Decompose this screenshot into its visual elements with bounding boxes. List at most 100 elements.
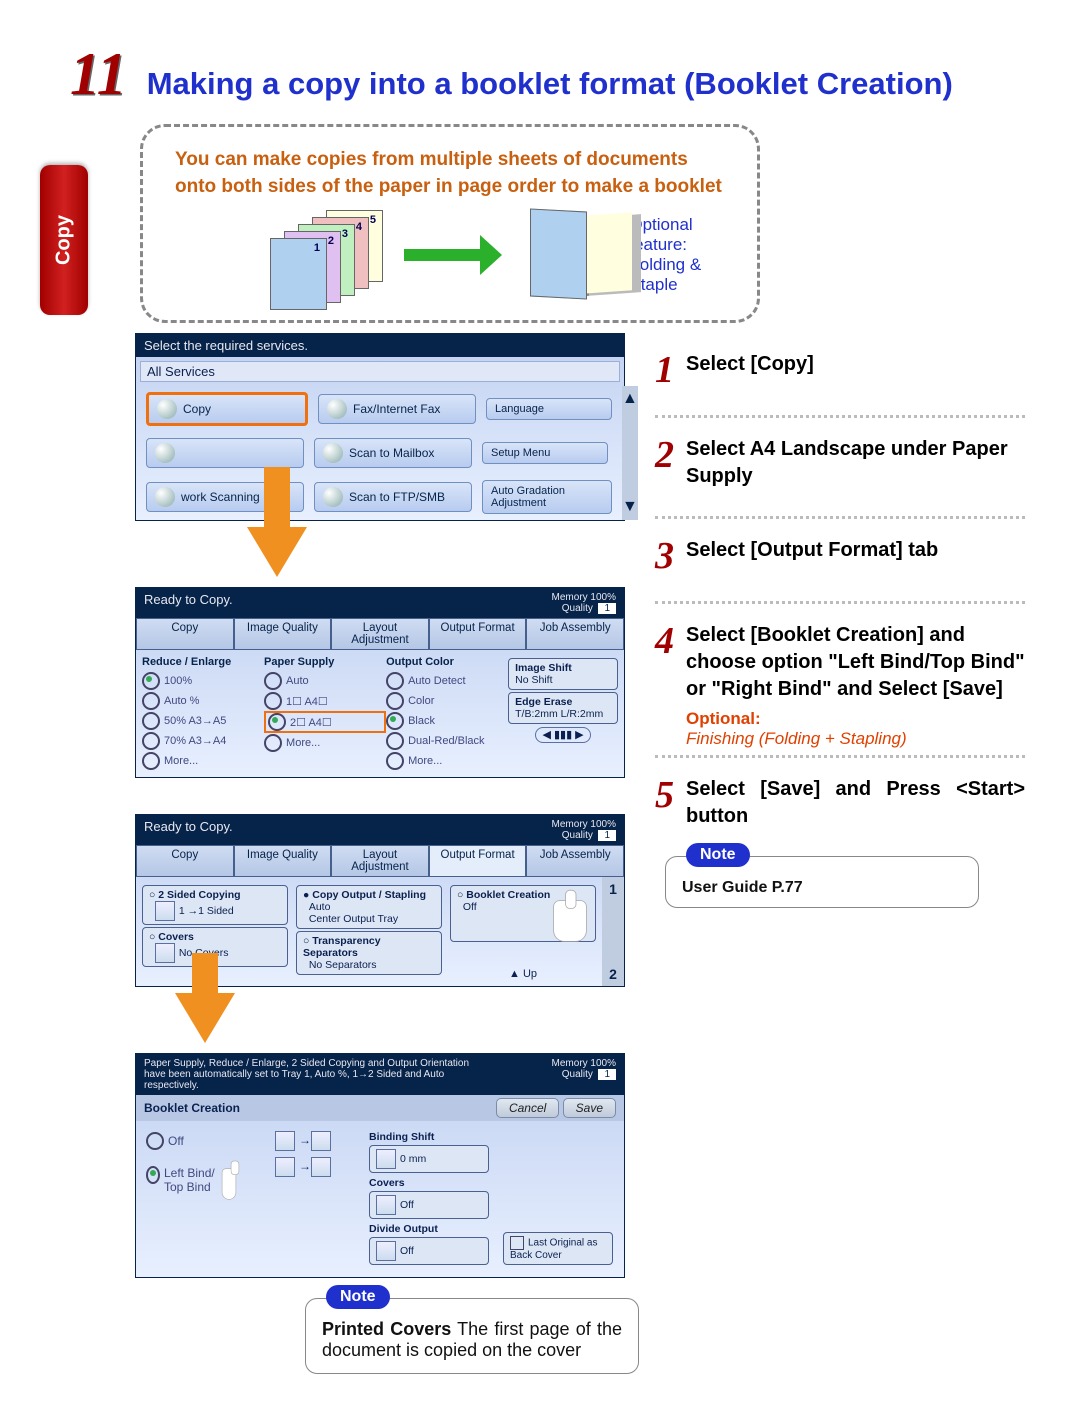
copy-output-box[interactable]: ● Copy Output / Stapling Auto Center Out… xyxy=(296,885,442,929)
cancel-button[interactable]: Cancel xyxy=(496,1098,559,1118)
stack-2: 2 xyxy=(328,235,334,247)
booklet-creation-panel: Paper Supply, Reduce / Enlarge, 2 Sided … xyxy=(135,1053,625,1278)
paper-title: Paper Supply xyxy=(264,656,386,668)
service-copy-button[interactable]: Copy xyxy=(146,392,308,426)
panel4-header: Paper Supply, Reduce / Enlarge, 2 Sided … xyxy=(144,1058,474,1091)
color-color[interactable]: Color xyxy=(386,691,508,711)
bc-covers-title: Covers xyxy=(369,1177,405,1189)
tab3-job-assembly[interactable]: Job Assembly xyxy=(526,845,624,877)
bc-covers-button[interactable]: Off xyxy=(369,1191,489,1219)
tab3-copy[interactable]: Copy xyxy=(136,845,234,877)
two-sided-box[interactable]: ○ 2 Sided Copying 1 →1 Sided xyxy=(142,885,288,925)
save-button[interactable]: Save xyxy=(563,1098,616,1118)
step-5-number: 5 xyxy=(655,776,674,814)
services-panel: Select the required services. All Servic… xyxy=(135,333,625,521)
arrow-down-icon-2 xyxy=(175,993,235,1043)
reduce-100[interactable]: 100% xyxy=(142,671,264,691)
paper-auto[interactable]: Auto xyxy=(264,671,386,691)
copy-settings-panel: Ready to Copy. Memory 100% Quality 1 Cop… xyxy=(135,587,625,778)
step-4-optional-text: Finishing (Folding + Stapling) xyxy=(686,729,1025,749)
binding-shift-title: Binding Shift xyxy=(369,1131,434,1143)
paper-more[interactable]: More... xyxy=(264,733,386,753)
page-icon xyxy=(155,901,175,921)
stack-3: 3 xyxy=(342,228,348,240)
step-3-number: 3 xyxy=(655,537,674,575)
last-original-button[interactable]: Last Original as Back Cover xyxy=(503,1232,613,1265)
stack-5: 5 xyxy=(370,214,376,226)
tab-image-quality[interactable]: Image Quality xyxy=(234,618,332,650)
divide-title: Divide Output xyxy=(369,1223,438,1235)
booklet-section-title: Booklet Creation xyxy=(144,1101,240,1115)
tab-layout[interactable]: Layout Adjustment xyxy=(331,618,429,650)
step-4-text: Select [Booklet Creation] and choose opt… xyxy=(686,622,1025,703)
booklet-illustration xyxy=(512,210,627,300)
divide-button[interactable]: Off xyxy=(369,1237,489,1265)
scroll-down-icon[interactable]: ▼ xyxy=(622,498,638,516)
intro-box: You can make copies from multiple sheets… xyxy=(140,124,760,323)
tab-copy[interactable]: Copy xyxy=(136,618,234,650)
color-auto[interactable]: Auto Detect xyxy=(386,671,508,691)
pointing-hand-icon-2 xyxy=(222,1169,236,1200)
step-4-optional-label: Optional: xyxy=(686,709,1025,729)
paper-1[interactable]: 1☐ A4☐ xyxy=(264,691,386,711)
scan-icon xyxy=(155,487,175,507)
image-shift-box[interactable]: Image ShiftNo Shift xyxy=(508,658,618,690)
pages-illustration: 5 4 3 2 1 xyxy=(270,210,394,300)
tab-job-assembly[interactable]: Job Assembly xyxy=(526,618,624,650)
page-left-icon[interactable]: ◀ ▮▮▮ ▶ xyxy=(535,727,590,743)
tab3-output-format[interactable]: Output Format xyxy=(429,845,527,877)
paper-2-a4-landscape[interactable]: 2☐ A4☐ xyxy=(264,711,386,733)
service-mailbox-button[interactable]: Scan to Mailbox xyxy=(314,438,472,468)
service-fax-button[interactable]: Fax/Internet Fax xyxy=(318,394,476,424)
stack-1: 1 xyxy=(314,242,320,254)
fax-icon xyxy=(327,399,347,419)
scrollbar[interactable]: ▲▼ xyxy=(622,386,638,520)
checkbox-icon[interactable] xyxy=(510,1236,524,1250)
mailbox-icon xyxy=(323,443,343,463)
tab3-layout[interactable]: Layout Adjustment xyxy=(331,845,429,877)
arrow-down-icon xyxy=(247,527,307,577)
edge-erase-box[interactable]: Edge EraseT/B:2mm L/R:2mm xyxy=(508,692,618,724)
step-4-number: 4 xyxy=(655,622,674,660)
booklet-left-bind[interactable]: Left Bind/ Top Bind xyxy=(146,1165,241,1211)
service-blank-button[interactable] xyxy=(146,438,304,468)
scroll-up-icon[interactable]: ▲ xyxy=(622,390,638,408)
service-language-button[interactable]: Language xyxy=(486,398,612,420)
divide-icon xyxy=(376,1241,396,1261)
status-text: Ready to Copy. xyxy=(144,592,233,614)
service-ftp-button[interactable]: Scan to FTP/SMB xyxy=(314,482,472,512)
booklet-creation-box[interactable]: ○ Booklet Creation Off xyxy=(450,885,596,942)
all-services-label: All Services xyxy=(140,361,620,382)
step-1-number: 1 xyxy=(655,351,674,389)
reduce-more[interactable]: More... xyxy=(142,751,264,771)
note-badge-2: Note xyxy=(686,843,750,867)
pointing-hand-icon xyxy=(553,900,587,942)
color-dual[interactable]: Dual-Red/Black xyxy=(386,731,508,751)
scrollbar-3[interactable]: 12 xyxy=(602,877,624,986)
arrow-icon xyxy=(404,249,482,261)
service-setup-button[interactable]: Setup Menu xyxy=(482,442,608,464)
booklet-off[interactable]: Off xyxy=(146,1131,241,1151)
shift-icon xyxy=(376,1149,396,1169)
page-single-icon xyxy=(275,1131,295,1151)
binding-shift-button[interactable]: 0 mm xyxy=(369,1145,489,1173)
optional-feature: Optional feature: Folding & Staple xyxy=(629,215,733,295)
status-text-3: Ready to Copy. xyxy=(144,819,233,841)
page-single-icon-2 xyxy=(275,1157,295,1177)
reduce-70[interactable]: 70% A3→A4 xyxy=(142,731,264,751)
step-2-number: 2 xyxy=(655,436,674,474)
reduce-50[interactable]: 50% A3→A5 xyxy=(142,711,264,731)
stack-4: 4 xyxy=(356,221,362,233)
tab-output-format[interactable]: Output Format xyxy=(429,618,527,650)
page-double-icon xyxy=(311,1131,331,1151)
panel1-header: Select the required services. xyxy=(144,338,308,353)
service-gradation-button[interactable]: Auto Gradation Adjustment xyxy=(482,480,612,514)
color-black[interactable]: Black xyxy=(386,711,508,731)
tab3-image-quality[interactable]: Image Quality xyxy=(234,845,332,877)
up-button[interactable]: ▲ Up xyxy=(450,968,596,980)
intro-text: You can make copies from multiple sheets… xyxy=(175,147,733,200)
reduce-auto[interactable]: Auto % xyxy=(142,691,264,711)
color-more[interactable]: More... xyxy=(386,751,508,771)
transparency-box[interactable]: ○ Transparency Separators No Separators xyxy=(296,931,442,975)
page-title: Making a copy into a booklet format (Boo… xyxy=(147,66,953,102)
